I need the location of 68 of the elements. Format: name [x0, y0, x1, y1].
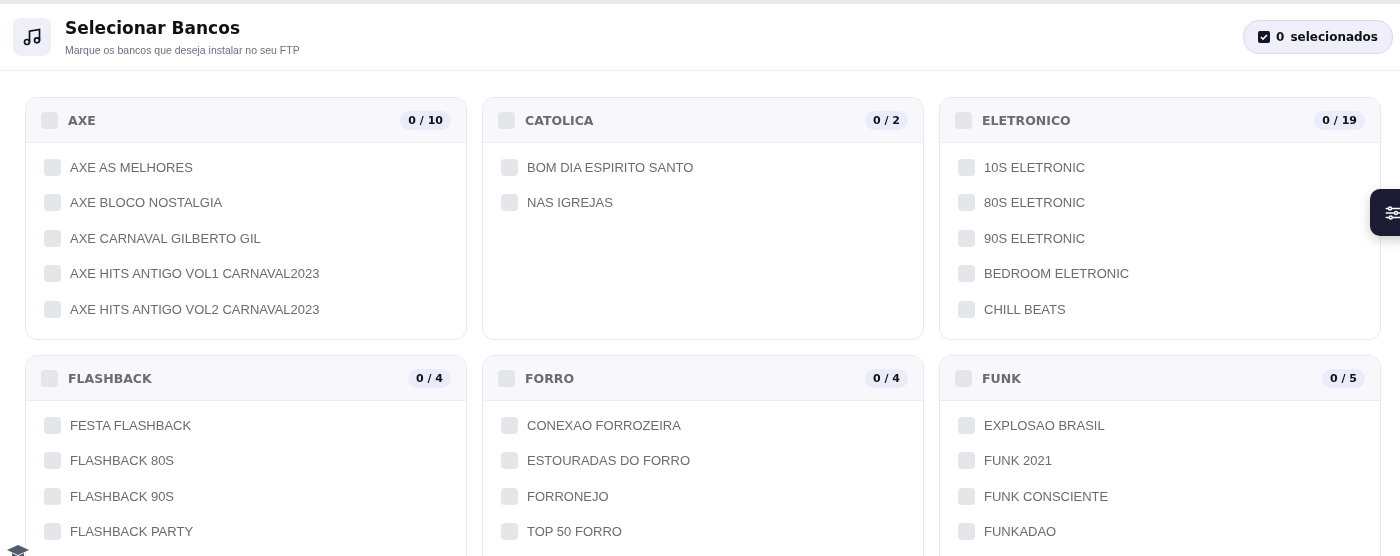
item-label[interactable]: FUNK 2021 [984, 453, 1052, 468]
item-checkbox[interactable] [958, 300, 975, 318]
item-label[interactable]: CONEXAO FORROZEIRA [527, 417, 681, 433]
item-checkbox[interactable] [44, 452, 61, 469]
item-label[interactable]: NAS IGREJAS [527, 195, 613, 210]
selected-label: selecionados [1290, 30, 1378, 44]
item-label[interactable]: FLASHBACK 90S [70, 488, 175, 504]
item-checkbox[interactable] [958, 523, 975, 540]
item-label[interactable]: AXE HITS ANTIGO VOL2 CARNAVAL2023 [70, 301, 320, 317]
item-label[interactable]: FLASHBACK 80S [70, 453, 175, 468]
item-label[interactable]: BEDROOM ELETRONIC [984, 266, 1130, 281]
item-label[interactable]: FUNK CONSCIENTE [984, 488, 1109, 504]
item-checkbox[interactable] [958, 265, 975, 282]
item-checkbox[interactable] [44, 194, 61, 211]
category-count-badge: 0 / 2 [865, 110, 908, 130]
category-count-badge: 0 / 4 [865, 368, 908, 388]
item-label[interactable]: ESTOURADAS DO FORRO [527, 453, 690, 468]
item-checkbox[interactable] [501, 416, 518, 434]
item-label[interactable]: FLASHBACK PARTY [70, 524, 194, 539]
category-name: FORRO [525, 370, 576, 386]
category-count-badge: 0 / 10 [400, 110, 451, 130]
item-label[interactable]: BOM DIA ESPIRITO SANTO [527, 159, 694, 175]
item-checkbox[interactable] [44, 158, 61, 176]
item-checkbox[interactable] [44, 300, 61, 318]
item-checkbox[interactable] [958, 194, 975, 211]
item-label[interactable]: AXE AS MELHORES [70, 159, 193, 175]
item-checkbox[interactable] [44, 229, 61, 247]
item-label[interactable]: AXE BLOCO NOSTALGIA [70, 195, 223, 210]
item-checkbox[interactable] [958, 229, 975, 247]
category-name: FUNK [982, 370, 1022, 386]
page-subtitle: Marque os bancos que deseja instalar no seu FTP [65, 44, 301, 56]
item-checkbox[interactable] [958, 452, 975, 469]
item-checkbox[interactable] [44, 487, 61, 505]
item-label[interactable]: CHILL BEATS [984, 301, 1066, 317]
item-checkbox[interactable] [501, 452, 518, 469]
item-checkbox[interactable] [44, 265, 61, 282]
category-count-badge: 0 / 4 [408, 368, 451, 388]
item-checkbox[interactable] [501, 487, 518, 505]
item-label[interactable]: 80S ELETRONIC [984, 195, 1086, 210]
item-checkbox[interactable] [958, 487, 975, 505]
category-name: FLASHBACK [68, 370, 153, 386]
item-checkbox[interactable] [501, 523, 518, 540]
item-label[interactable]: 90S ELETRONIC [984, 230, 1086, 246]
item-label[interactable]: TOP 50 FORRO [527, 524, 622, 539]
category-name: AXE [68, 112, 97, 128]
category-count-badge: 0 / 5 [1322, 368, 1365, 388]
item-checkbox[interactable] [501, 158, 518, 176]
item-label[interactable]: FESTA FLASHBACK [70, 417, 192, 433]
graduation-cap-icon[interactable] [7, 545, 29, 556]
item-checkbox[interactable] [44, 416, 61, 434]
item-checkbox[interactable] [958, 158, 975, 176]
item-checkbox[interactable] [958, 416, 975, 434]
item-checkbox[interactable] [44, 523, 61, 540]
item-label[interactable]: FORRONEJO [527, 488, 609, 504]
item-label[interactable]: AXE CARNAVAL GILBERTO GIL [70, 230, 261, 246]
selected-count: 0 [1276, 30, 1285, 44]
category-count-badge: 0 / 19 [1314, 110, 1365, 130]
item-label[interactable]: EXPLOSAO BRASIL [984, 417, 1105, 433]
item-label[interactable]: 10S ELETRONIC [984, 159, 1086, 175]
checkbox-icon [1258, 31, 1270, 43]
item-label[interactable]: AXE HITS ANTIGO VOL1 CARNAVAL2023 [70, 266, 320, 281]
item-label[interactable]: FUNKADAO [984, 524, 1057, 539]
page-title: Selecionar Bancos [65, 18, 241, 38]
item-checkbox[interactable] [501, 194, 518, 211]
category-name: CATOLICA [525, 112, 595, 128]
category-name: ELETRONICO [982, 112, 1072, 128]
sliders-icon [1384, 203, 1400, 222]
music-note-icon [13, 18, 51, 56]
